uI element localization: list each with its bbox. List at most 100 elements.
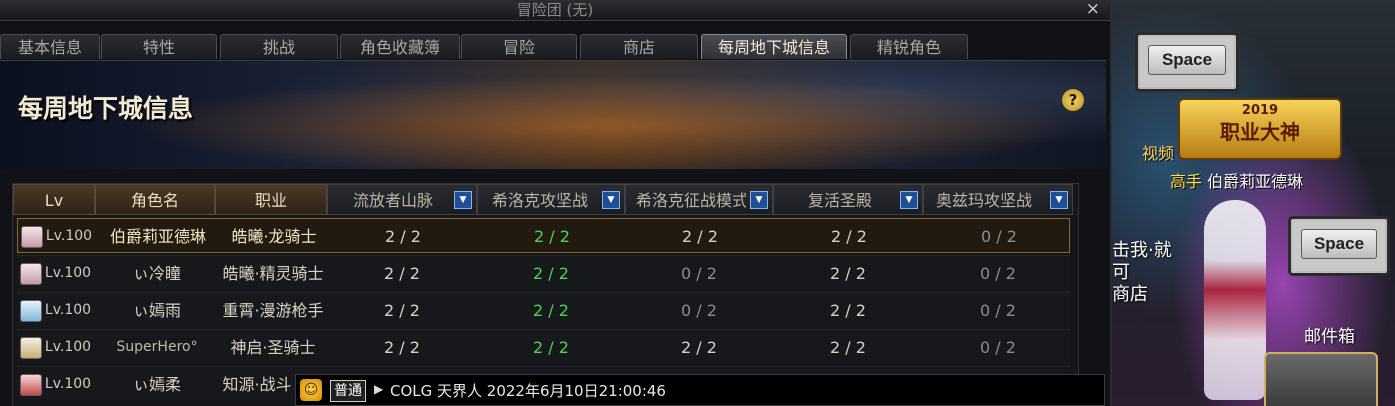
column-header-label: 希洛克攻坚战 [492, 191, 589, 210]
table-row[interactable]: Lv.100 伯爵莉亚德琳 皓曦·龙骑士 2 / 2 2 / 2 2 / 2 2… [17, 218, 1070, 253]
column-header-dungeon-5[interactable]: 奥兹玛攻坚战 ▼ [923, 184, 1073, 215]
cell-dungeon-5: 0 / 2 [980, 301, 1016, 320]
column-header-label: 流放者山脉 [353, 191, 434, 210]
column-header-label: 希洛克征战模式 [636, 191, 746, 210]
video-label: 视频 [1142, 144, 1175, 163]
page-banner: 每周地下城信息 ? [0, 60, 1106, 169]
cell-level: Lv.100 [44, 302, 92, 318]
mailbox-label: 邮件箱 [1304, 327, 1355, 347]
title-bar[interactable]: 冒险团 (无) × [0, 0, 1110, 21]
cell-dungeon-1: 2 / 2 [384, 301, 420, 320]
tab-bar: 基本信息 特性 挑战 角色收藏簿 冒险 商店 每周地下城信息 精锐角色 [0, 34, 1110, 60]
column-header-label: 奥兹玛攻坚战 [936, 191, 1033, 210]
badge-year: 2019 [1241, 103, 1279, 118]
column-header-job[interactable]: 职业 [215, 184, 327, 215]
column-header-dungeon-4[interactable]: 复活圣殿 ▼ [773, 184, 923, 215]
cell-dungeon-3: 2 / 2 [681, 338, 717, 357]
cell-character-name: SuperHero° [116, 339, 198, 355]
game-scene: Space 视频 2019 职业大神 高手 伯爵莉亚德琳 击我·就可 商店 Sp… [1112, 0, 1395, 406]
cell-dungeon-5: 0 / 2 [981, 227, 1017, 246]
cell-job: 神启·圣骑士 [230, 338, 316, 357]
character-avatar [20, 374, 42, 396]
play-arrow-icon[interactable]: ▶ [374, 382, 383, 396]
column-header-dungeon-1[interactable]: 流放者山脉 ▼ [327, 184, 477, 215]
character-avatar [20, 300, 42, 322]
column-header-name[interactable]: 角色名 [95, 184, 215, 215]
cell-level: Lv.100 [45, 228, 93, 244]
tab-basic-info[interactable]: 基本信息 [0, 34, 100, 59]
cell-character-name: 伯爵莉亚德琳 [109, 227, 206, 246]
cell-character-name: ぃ冷瞳 [132, 264, 181, 283]
npc-dialog-text: 击我·就可 商店 [1112, 240, 1172, 305]
badge-title: 职业大神 [1220, 120, 1300, 144]
tab-shop[interactable]: 商店 [580, 34, 698, 59]
chevron-down-icon[interactable]: ▼ [1050, 191, 1068, 209]
character-avatar [20, 263, 42, 285]
chat-input-bar[interactable]: ☺ 普通 ▶ COLG 天界人 2022年6月10日21:00:46 [295, 374, 1105, 406]
player-nameplate: 高手 伯爵莉亚德琳 [1170, 168, 1303, 192]
cell-dungeon-3: 0 / 2 [681, 301, 717, 320]
column-header-dungeon-2[interactable]: 希洛克攻坚战 ▼ [477, 184, 625, 215]
cell-dungeon-1: 2 / 2 [384, 338, 420, 357]
cell-dungeon-3: 0 / 2 [681, 264, 717, 283]
mailbox-icon[interactable] [1264, 352, 1378, 406]
cell-character-name: ぃ嫣雨 [132, 301, 181, 320]
chevron-down-icon[interactable]: ▼ [750, 191, 768, 209]
tab-challenge[interactable]: 挑战 [220, 34, 338, 59]
cell-job: 知源·战斗 [222, 375, 292, 394]
cell-dungeon-4: 2 / 2 [830, 338, 866, 357]
chat-message: COLG 天界人 2022年6月10日21:00:46 [390, 382, 666, 400]
column-header-dungeon-3[interactable]: 希洛克征战模式 ▼ [625, 184, 773, 215]
page-title: 每周地下城信息 [18, 94, 194, 123]
column-header-label: 复活圣殿 [808, 191, 873, 210]
close-icon[interactable]: × [1086, 0, 1100, 19]
cell-job: 皓曦·精灵骑士 [222, 264, 324, 283]
cell-character-name: ぃ嫣柔 [132, 375, 181, 394]
space-key-label: Space [1301, 229, 1377, 259]
tab-weekly-dungeon-info[interactable]: 每周地下城信息 [701, 34, 847, 59]
chat-channel-selector[interactable]: 普通 [330, 380, 366, 402]
window-title: 冒险团 (无) [516, 1, 594, 19]
cell-dungeon-4: 2 / 2 [830, 301, 866, 320]
cell-dungeon-2: 2 / 2 [533, 301, 569, 320]
chevron-down-icon[interactable]: ▼ [602, 191, 620, 209]
cell-level: Lv.100 [44, 376, 92, 392]
cell-dungeon-2: 2 / 2 [534, 227, 570, 246]
help-icon[interactable]: ? [1062, 89, 1084, 111]
tab-elite-characters[interactable]: 精锐角色 [850, 34, 968, 59]
class-master-badge: 2019 职业大神 [1178, 98, 1342, 160]
cell-dungeon-1: 2 / 2 [384, 264, 420, 283]
space-key-prompt: Space [1135, 32, 1239, 92]
cell-dungeon-2: 2 / 2 [533, 264, 569, 283]
player-name: 伯爵莉亚德琳 [1207, 172, 1304, 191]
cell-dungeon-5: 0 / 2 [980, 338, 1016, 357]
cell-dungeon-1: 2 / 2 [385, 227, 421, 246]
table-header: Lv 角色名 职业 流放者山脉 ▼ 希洛克攻坚战 ▼ 希洛克征战模式 ▼ 复活圣… [13, 184, 1078, 216]
chevron-down-icon[interactable]: ▼ [900, 191, 918, 209]
table-row[interactable]: Lv.100 ぃ嫣雨 重霄·漫游枪手 2 / 2 2 / 2 0 / 2 2 /… [17, 292, 1070, 328]
cell-dungeon-4: 2 / 2 [831, 227, 867, 246]
cell-job: 重霄·漫游枪手 [222, 301, 324, 320]
table-row[interactable]: Lv.100 ぃ冷瞳 皓曦·精灵骑士 2 / 2 2 / 2 0 / 2 2 /… [17, 255, 1070, 291]
cell-dungeon-3: 2 / 2 [682, 227, 718, 246]
chevron-down-icon[interactable]: ▼ [454, 191, 472, 209]
cell-dungeon-4: 2 / 2 [830, 264, 866, 283]
player-character [1204, 200, 1266, 400]
space-key-prompt: Space [1288, 216, 1390, 276]
tab-adventure[interactable]: 冒险 [461, 34, 577, 59]
character-avatar [21, 226, 43, 248]
cell-dungeon-5: 0 / 2 [980, 264, 1016, 283]
column-header-lv[interactable]: Lv [13, 184, 95, 215]
tab-character-collection[interactable]: 角色收藏簿 [340, 34, 460, 59]
character-avatar [20, 337, 42, 359]
cell-level: Lv.100 [44, 339, 92, 355]
weekly-dungeon-table: Lv 角色名 职业 流放者山脉 ▼ 希洛克攻坚战 ▼ 希洛克征战模式 ▼ 复活圣… [12, 183, 1079, 406]
cell-dungeon-2: 2 / 2 [533, 338, 569, 357]
player-rank: 高手 [1170, 172, 1203, 191]
space-key-label: Space [1148, 45, 1226, 75]
tab-traits[interactable]: 特性 [101, 34, 217, 59]
cell-job: 皓曦·龙骑士 [231, 227, 317, 246]
emoji-icon[interactable]: ☺ [300, 379, 322, 401]
table-row[interactable]: Lv.100 SuperHero° 神启·圣骑士 2 / 2 2 / 2 2 /… [17, 329, 1070, 365]
cell-level: Lv.100 [44, 265, 92, 281]
